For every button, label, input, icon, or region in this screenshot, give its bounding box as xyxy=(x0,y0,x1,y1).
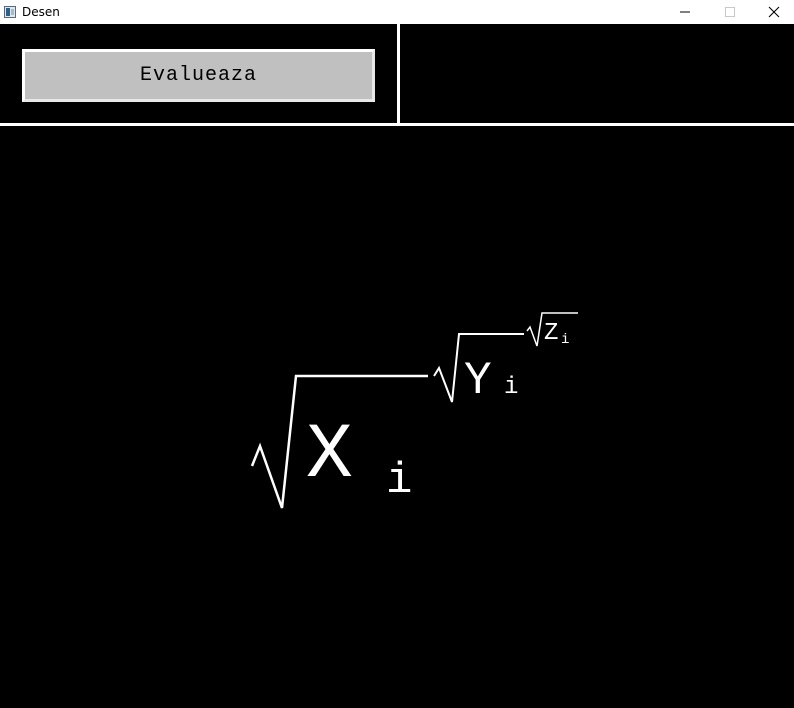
formula-x-subscript: i xyxy=(386,456,412,506)
formula-z-base: Z xyxy=(544,320,558,347)
formula-y-subscript: i xyxy=(504,374,518,401)
formula-z-subscript: i xyxy=(561,332,569,348)
formula-y-base: Y xyxy=(464,355,492,407)
formula-x-base: X xyxy=(306,412,353,500)
nested-radical-formula: X i Y i Z i xyxy=(250,312,578,509)
